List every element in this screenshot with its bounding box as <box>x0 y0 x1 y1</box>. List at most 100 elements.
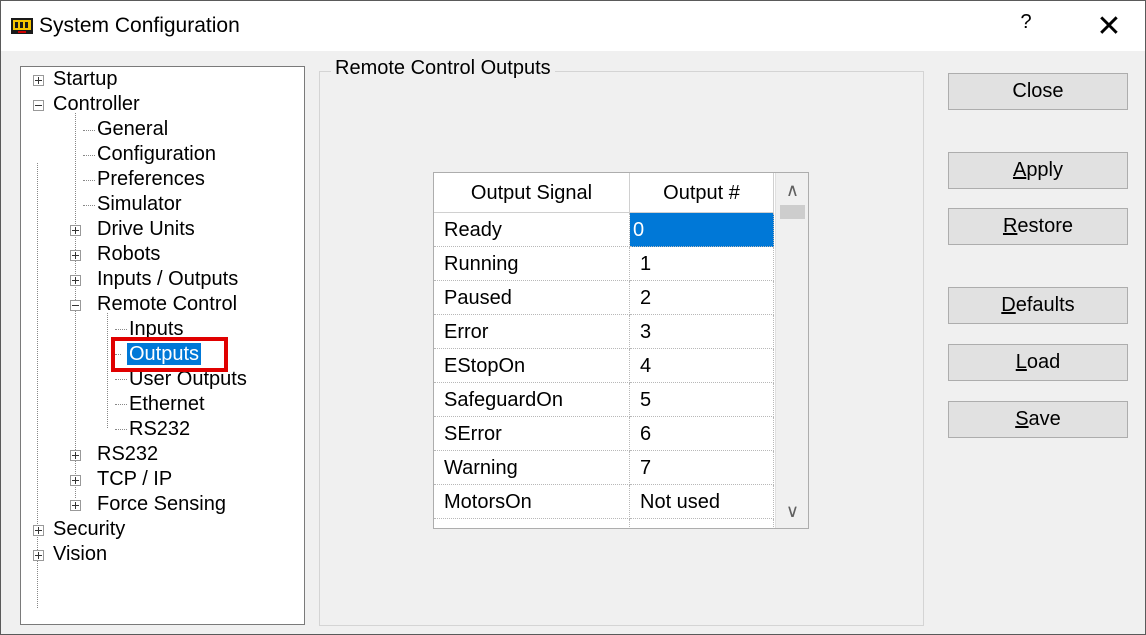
table-row[interactable]: EStopOn 4 <box>434 349 774 383</box>
close-window-button[interactable]: ✕ <box>1091 9 1127 45</box>
table-row[interactable]: Error 3 <box>434 315 774 349</box>
tree-item-controller[interactable]: Controller <box>33 92 140 117</box>
scroll-down-icon[interactable]: ∨ <box>776 496 808 526</box>
expand-icon[interactable] <box>33 550 44 561</box>
column-header-output-number[interactable]: Output # <box>630 173 774 213</box>
tree-item-label: Robots <box>97 243 161 265</box>
collapse-icon[interactable] <box>33 100 44 111</box>
output-number-cell[interactable]: 6 <box>630 417 774 451</box>
apply-button[interactable]: Apply <box>948 152 1128 189</box>
tree-item-label: Ethernet <box>129 393 205 415</box>
tree-item-preferences[interactable]: Preferences <box>97 167 205 192</box>
outputs-grid[interactable]: Output Signal Output # Ready 0 Running 1… <box>433 172 809 529</box>
output-number-cell[interactable]: 7 <box>630 451 774 485</box>
tree-item-general[interactable]: General <box>97 117 168 142</box>
output-number-cell[interactable]: 2 <box>630 281 774 315</box>
defaults-button[interactable]: Defaults <box>948 287 1128 324</box>
apply-label: pply <box>1026 159 1064 181</box>
expand-icon[interactable] <box>33 525 44 536</box>
scroll-thumb[interactable] <box>780 205 805 219</box>
tree-item-label: Controller <box>53 93 140 115</box>
tree-item-rs232[interactable]: RS232 <box>70 442 158 467</box>
tree-item-force-sensing[interactable]: Force Sensing <box>70 492 226 517</box>
signal-cell[interactable]: SError <box>434 417 630 451</box>
tree-item-robots[interactable]: Robots <box>70 242 160 267</box>
table-row[interactable]: Running 1 <box>434 247 774 281</box>
save-button[interactable]: Save <box>948 401 1128 438</box>
expand-icon[interactable] <box>70 225 81 236</box>
tree-item-vision[interactable]: Vision <box>33 542 107 567</box>
signal-cell[interactable]: Ready <box>434 213 630 247</box>
output-number-cell[interactable]: 3 <box>630 315 774 349</box>
tree-item-simulator[interactable]: Simulator <box>97 192 181 217</box>
signal-cell[interactable]: MotorsOn <box>434 485 630 519</box>
tree-item-security[interactable]: Security <box>33 517 125 542</box>
output-number-cell[interactable]: 5 <box>630 383 774 417</box>
load-label: oad <box>1026 351 1061 373</box>
tree-item-label: Force Sensing <box>97 493 226 515</box>
system-config-icon <box>11 18 33 34</box>
tree-item-label: General <box>97 118 169 140</box>
table-row[interactable]: SError 6 <box>434 417 774 451</box>
expand-icon[interactable] <box>70 275 81 286</box>
signal-cell[interactable]: SafeguardOn <box>434 383 630 417</box>
signal-cell[interactable]: Warning <box>434 451 630 485</box>
tree-item-label: Drive Units <box>97 218 195 240</box>
tree-item-inputs-outputs[interactable]: Inputs / Outputs <box>70 267 238 292</box>
close-button[interactable]: Close <box>948 73 1128 110</box>
group-title: Remote Control Outputs <box>331 57 555 80</box>
output-number-cell[interactable]: 1 <box>630 247 774 281</box>
output-number-cell[interactable] <box>630 519 774 528</box>
output-number-cell[interactable]: Not used <box>630 485 774 519</box>
expand-icon[interactable] <box>33 75 44 86</box>
collapse-icon[interactable] <box>70 300 81 311</box>
table-row[interactable]: Warning 7 <box>434 451 774 485</box>
signal-cell[interactable]: Error <box>434 315 630 349</box>
tree-item-ethernet[interactable]: Ethernet <box>129 392 205 417</box>
table-row[interactable]: MotorsOn Not used <box>434 485 774 519</box>
load-accelerator: L <box>1015 351 1027 373</box>
column-header-output-signal[interactable]: Output Signal <box>434 173 630 213</box>
expand-icon[interactable] <box>70 500 81 511</box>
title-bar: System Configuration ? ✕ <box>1 1 1145 51</box>
output-number-cell[interactable]: 0 <box>630 213 774 247</box>
window-title: System Configuration <box>39 14 240 37</box>
signal-cell[interactable]: Running <box>434 247 630 281</box>
table-row-partial[interactable] <box>434 519 774 528</box>
expand-icon[interactable] <box>70 250 81 261</box>
table-row[interactable]: Ready 0 <box>434 213 774 247</box>
tree-item-configuration[interactable]: Configuration <box>97 142 216 167</box>
expand-icon[interactable] <box>70 450 81 461</box>
grid-header: Output Signal Output # <box>434 173 774 213</box>
table-row[interactable]: SafeguardOn 5 <box>434 383 774 417</box>
tree-item-remote-control[interactable]: Remote Control <box>70 292 237 317</box>
load-button[interactable]: Load <box>948 344 1128 381</box>
apply-accelerator: A <box>1012 159 1027 181</box>
restore-accelerator: R <box>1002 215 1018 237</box>
tree-item-drive-units[interactable]: Drive Units <box>70 217 195 242</box>
tree-item-rs232-remote[interactable]: RS232 <box>129 417 190 442</box>
tree-item-label: Startup <box>53 68 118 90</box>
signal-cell[interactable] <box>434 519 630 528</box>
defaults-label: efaults <box>1015 294 1075 316</box>
tree-item-label: Security <box>53 518 126 540</box>
tree-item-label: Remote Control <box>97 293 238 315</box>
tree-item-tcp-ip[interactable]: TCP / IP <box>70 467 172 492</box>
signal-cell[interactable]: Paused <box>434 281 630 315</box>
output-number-cell[interactable]: 4 <box>630 349 774 383</box>
grid-vertical-scrollbar[interactable]: ∧ ∨ <box>775 173 808 528</box>
scroll-up-icon[interactable]: ∧ <box>776 175 808 205</box>
tree-item-label: RS232 <box>129 418 191 440</box>
expand-icon[interactable] <box>70 475 81 486</box>
tree-item-label: RS232 <box>97 443 159 465</box>
restore-label: estore <box>1017 215 1074 237</box>
table-row[interactable]: Paused 2 <box>434 281 774 315</box>
help-button[interactable]: ? <box>1011 11 1041 34</box>
signal-cell[interactable]: EStopOn <box>434 349 630 383</box>
tree-item-label: Inputs / Outputs <box>97 268 239 290</box>
save-label: ave <box>1028 408 1061 430</box>
tree-item-startup[interactable]: Startup <box>33 67 117 92</box>
restore-button[interactable]: Restore <box>948 208 1128 245</box>
tree-item-label: Configuration <box>97 143 216 165</box>
tree-item-label: Preferences <box>97 168 205 190</box>
